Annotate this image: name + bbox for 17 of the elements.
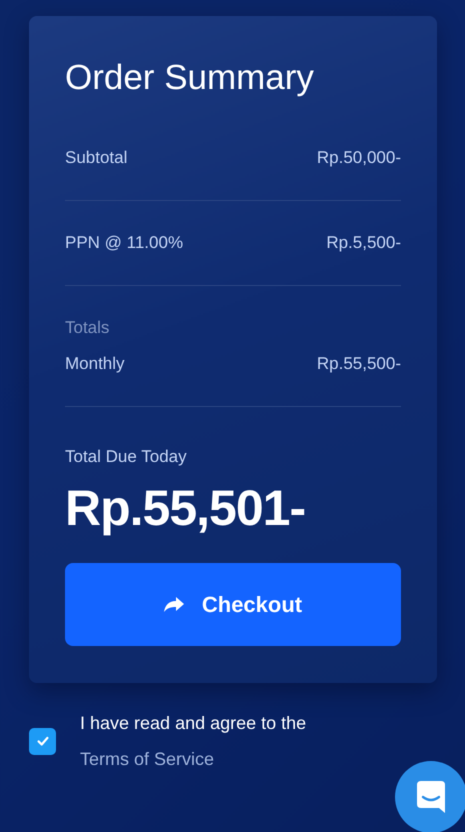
card-title: Order Summary	[65, 58, 315, 98]
line-amount: Rp.55,500-	[316, 353, 401, 375]
due-label: Total Due Today	[65, 446, 188, 468]
line-label: Subtotal	[65, 147, 128, 169]
agree-checkbox[interactable]	[29, 728, 56, 754]
line-label: Monthly	[65, 353, 125, 375]
terms-link[interactable]: Terms of Service	[80, 749, 214, 769]
line-amount: Rp.5,500-	[326, 232, 401, 254]
total-amount: Rp.55,501-	[65, 479, 306, 537]
checkout-button[interactable]: Checkout	[65, 563, 401, 646]
line-amount: Rp.50,000-	[316, 147, 401, 169]
totals-heading: Totals	[65, 317, 110, 339]
checkmark-icon	[36, 734, 50, 748]
share-arrow-icon	[164, 596, 184, 612]
line-label: PPN @ 11.00%	[65, 232, 184, 254]
agreement-text: I have read and agree to the Terms of Service	[80, 712, 308, 771]
chat-icon	[417, 781, 445, 813]
